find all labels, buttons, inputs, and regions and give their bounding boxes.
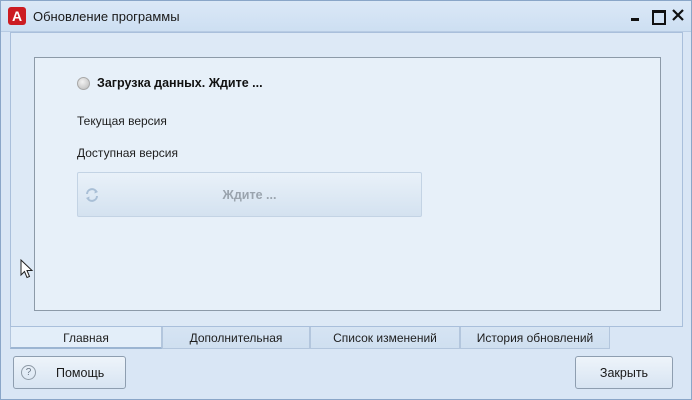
update-button[interactable]: Ждите ... [77,172,422,217]
update-dialog-window: A Обновление программы Загрузка данных. … [0,0,692,400]
status-message: Загрузка данных. Ждите ... [97,76,263,90]
main-tab-content: Загрузка данных. Ждите ... Текущая верси… [10,32,683,327]
close-button-label: Закрыть [599,366,649,380]
available-version-label: Доступная версия [77,146,178,160]
title-bar[interactable]: A Обновление программы [1,1,691,32]
tab-update-history[interactable]: История обновлений [460,327,610,349]
mouse-cursor-icon [20,259,34,279]
tab-changelog[interactable]: Список изменений [310,327,460,349]
help-button-label: Помощь [56,366,105,380]
close-window-icon[interactable] [670,7,686,23]
current-version-label: Текущая версия [77,114,167,128]
window-title: Обновление программы [33,9,180,24]
status-indicator-icon [77,77,90,90]
help-button[interactable]: ? Помощь [13,356,126,389]
minimize-icon[interactable] [627,7,643,23]
app-logo-icon: A [8,7,26,25]
update-info-panel: Загрузка данных. Ждите ... Текущая верси… [34,57,661,311]
update-button-label: Ждите ... [222,188,277,202]
tab-main[interactable]: Главная [10,327,162,349]
tab-additional[interactable]: Дополнительная [162,327,310,349]
close-button[interactable]: Закрыть [575,356,673,389]
help-icon: ? [21,365,36,380]
maximize-icon[interactable] [649,7,666,25]
